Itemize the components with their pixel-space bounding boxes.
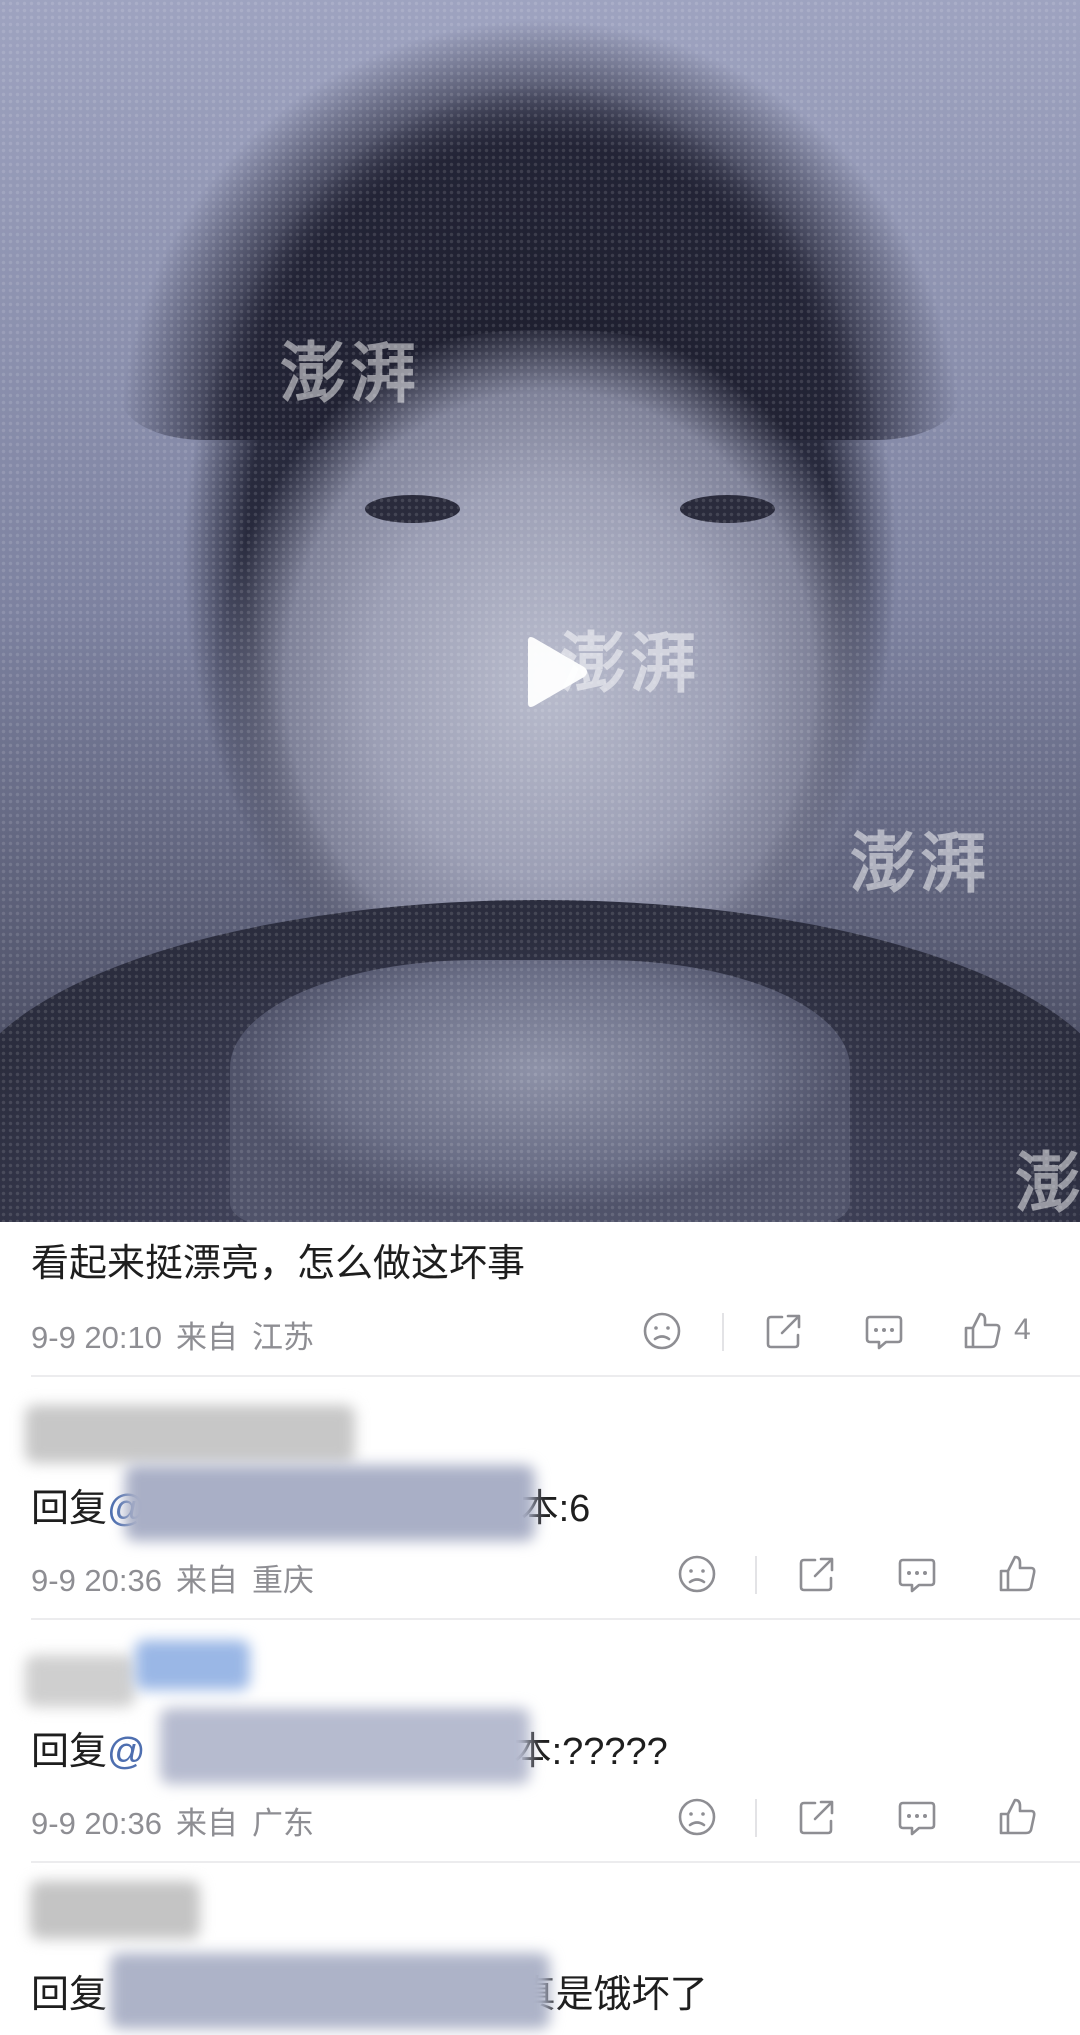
comment-actions [675,1552,1055,1598]
video-player[interactable]: 澎湃 澎湃 澎湃 澎湃 [0,0,1080,1222]
redacted-mention [125,1465,535,1541]
dislike-face-icon [643,1312,681,1350]
redacted-username [25,1405,355,1463]
thumbs-up-icon [999,1555,1036,1592]
comment-text-tail: 本:????? [513,1731,668,1773]
comment-meta: 9-9 20:36 来自 重庆 [31,1555,314,1600]
comment-date: 9-9 20:36 [31,1806,162,1841]
redacted-username [135,1640,250,1690]
thumbs-up-icon [999,1798,1036,1835]
like-button[interactable] [995,1795,1039,1839]
action-separator [755,1799,757,1837]
reply-label: 回复 [31,1974,108,2016]
comment-item: 回复@本:6 9-9 20:36来自重庆 [0,1377,1080,1620]
comment-actions [675,1795,1055,1841]
comment-icon [898,1558,936,1593]
watermark: 澎湃 [850,824,990,902]
share-button[interactable] [795,1795,839,1839]
like-button[interactable]: 4 [960,1309,1031,1353]
comment-actions: 4 [640,1309,1060,1355]
dislike-button[interactable] [640,1309,684,1353]
like-button[interactable] [995,1552,1039,1596]
comment-date: 9-9 20:10 [31,1320,162,1355]
comment-icon [865,1315,903,1350]
comment-item: 回复:真是饿坏了 [0,1863,1080,2035]
dislike-face-icon [678,1798,716,1836]
share-icon [799,1800,834,1835]
action-separator [755,1556,757,1594]
comment-meta: 9-9 20:36 来自 广东 [31,1798,314,1843]
comment-meta: 9-9 20:10 来自 江苏 [31,1312,314,1357]
dislike-button[interactable] [675,1795,719,1839]
play-icon [528,637,587,707]
video-halftone [0,0,1080,1222]
comment-location: 广东 [252,1806,314,1841]
dislike-button[interactable] [675,1552,719,1596]
comment-item: 看起来挺漂亮，怎么做这坏事 9-9 20:10 来自 江苏 4 [0,1222,1080,1377]
mention-prefix[interactable]: @ [107,1731,146,1773]
share-icon [799,1557,834,1592]
comment-from-label: 来自 [176,1563,238,1598]
comment-from-label: 来自 [176,1806,238,1841]
share-button[interactable] [762,1309,806,1353]
comment-from-label: 来自 [176,1320,238,1355]
comment-location: 重庆 [252,1563,314,1598]
reply-button[interactable] [895,1795,939,1839]
redacted-username [25,1655,135,1707]
reply-button[interactable] [895,1552,939,1596]
redacted-mention [110,1953,550,2029]
redacted-username [30,1881,200,1939]
thumbs-up-icon [964,1312,1001,1349]
comment-text: 看起来挺漂亮，怎么做这坏事 [31,1243,526,1285]
play-button[interactable] [520,635,590,709]
watermark: 澎湃 [280,334,420,412]
like-count: 4 [1014,1313,1031,1346]
action-separator [722,1313,724,1351]
reply-label: 回复 [31,1731,108,1773]
watermark: 澎湃 [1015,1144,1080,1222]
comment-item: 回复@ 本:????? 9-9 20:36 来自 广东 [0,1620,1080,1863]
reply-button[interactable] [862,1309,906,1353]
dislike-face-icon [678,1555,716,1593]
comment-date: 9-9 20:36 [31,1563,162,1598]
reply-label: 回复 [31,1488,108,1530]
share-button[interactable] [795,1552,839,1596]
comment-icon [898,1801,936,1836]
comment-location: 江苏 [252,1320,314,1355]
redacted-mention [160,1708,530,1784]
share-icon [766,1314,801,1349]
